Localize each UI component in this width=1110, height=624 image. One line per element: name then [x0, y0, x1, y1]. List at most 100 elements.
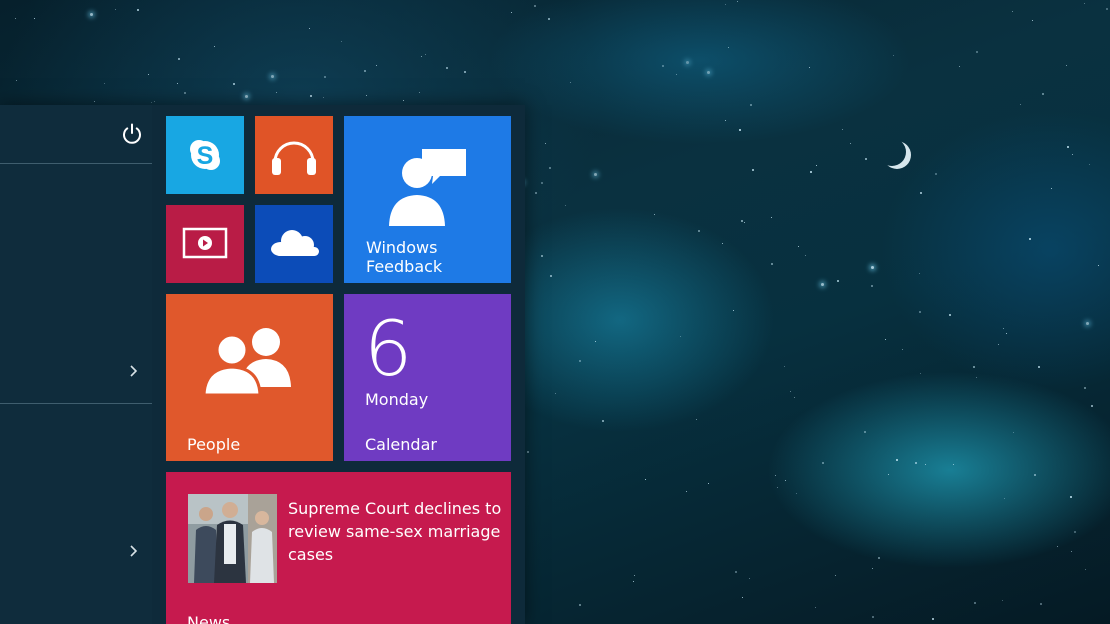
tile-people[interactable]: People: [166, 294, 333, 461]
star: [148, 74, 149, 75]
star: [1057, 546, 1058, 547]
start-menu: S Windows Feedback People 6 Monday Calen…: [0, 105, 525, 624]
star: [888, 474, 889, 475]
star: [534, 5, 536, 7]
star: [1086, 322, 1089, 325]
star: [821, 283, 824, 286]
star: [595, 341, 596, 342]
star: [1070, 496, 1072, 498]
star: [798, 246, 799, 247]
star: [1012, 11, 1013, 12]
tile-music[interactable]: [255, 116, 333, 194]
left-pane-divider: [0, 163, 152, 164]
tile-label: People: [187, 435, 241, 454]
star: [816, 165, 817, 166]
star: [570, 82, 571, 83]
star: [90, 13, 93, 16]
star: [771, 217, 772, 218]
star: [775, 475, 776, 476]
star: [1074, 531, 1076, 533]
star: [735, 571, 737, 573]
star: [1002, 600, 1003, 601]
tile-calendar[interactable]: 6 Monday Calendar: [344, 294, 511, 461]
star: [594, 173, 597, 176]
news-headline: Supreme Court declines to review same-se…: [288, 499, 502, 564]
star: [752, 169, 754, 171]
moon: [878, 138, 906, 166]
star: [809, 67, 810, 68]
star: [865, 158, 867, 160]
star: [785, 480, 786, 481]
star: [725, 120, 726, 121]
star: [935, 173, 937, 175]
star: [421, 56, 422, 57]
star: [893, 55, 894, 56]
star: [376, 65, 377, 66]
star: [555, 393, 556, 394]
tile-video[interactable]: [166, 205, 244, 283]
star: [1032, 20, 1033, 21]
star: [245, 95, 248, 98]
star: [214, 46, 215, 47]
star: [511, 12, 512, 13]
star: [680, 336, 681, 337]
star: [953, 464, 954, 465]
calendar-day-number: 6: [364, 304, 413, 393]
news-photo: [188, 494, 277, 583]
star: [741, 220, 743, 222]
star: [151, 102, 152, 103]
cloud-icon: [271, 230, 319, 256]
star: [1091, 405, 1093, 407]
star: [872, 568, 873, 569]
star: [1020, 104, 1021, 105]
star: [1051, 188, 1052, 189]
star: [1084, 387, 1086, 389]
star: [94, 101, 95, 102]
expand-all-apps-button[interactable]: [126, 541, 142, 561]
star: [403, 100, 404, 101]
star: [15, 18, 16, 19]
star: [550, 275, 552, 277]
video-icon: [182, 227, 228, 259]
star: [750, 104, 752, 106]
tile-skype[interactable]: S: [166, 116, 244, 194]
star: [446, 67, 448, 69]
star: [850, 143, 851, 144]
star: [341, 41, 342, 42]
star: [919, 273, 920, 274]
star: [425, 54, 426, 55]
tile-onedrive[interactable]: [255, 205, 333, 283]
people-icon: [202, 328, 291, 397]
tile-windows-feedback[interactable]: Windows Feedback: [344, 116, 511, 283]
expand-places-button[interactable]: [126, 361, 142, 381]
star: [733, 310, 734, 311]
star: [233, 83, 235, 85]
star: [366, 95, 367, 96]
star: [276, 92, 277, 93]
star: [1003, 328, 1004, 329]
star: [737, 1, 738, 2]
star: [364, 70, 366, 72]
star: [959, 66, 960, 67]
star: [565, 205, 566, 206]
star: [810, 171, 812, 173]
star: [34, 18, 35, 19]
star: [676, 74, 677, 75]
tile-news[interactable]: Supreme Court declines to review same-se…: [166, 472, 511, 624]
star: [1071, 551, 1072, 552]
star: [696, 419, 697, 420]
star: [645, 479, 646, 480]
power-icon: [123, 123, 141, 144]
star: [885, 339, 886, 340]
star: [178, 58, 180, 60]
star: [419, 92, 420, 93]
star: [535, 192, 537, 194]
star: [739, 129, 741, 131]
star: [725, 4, 726, 5]
star: [974, 602, 976, 604]
star: [549, 167, 551, 169]
star: [579, 604, 581, 606]
star: [771, 263, 773, 265]
star: [871, 285, 873, 287]
power-button[interactable]: [120, 122, 144, 146]
